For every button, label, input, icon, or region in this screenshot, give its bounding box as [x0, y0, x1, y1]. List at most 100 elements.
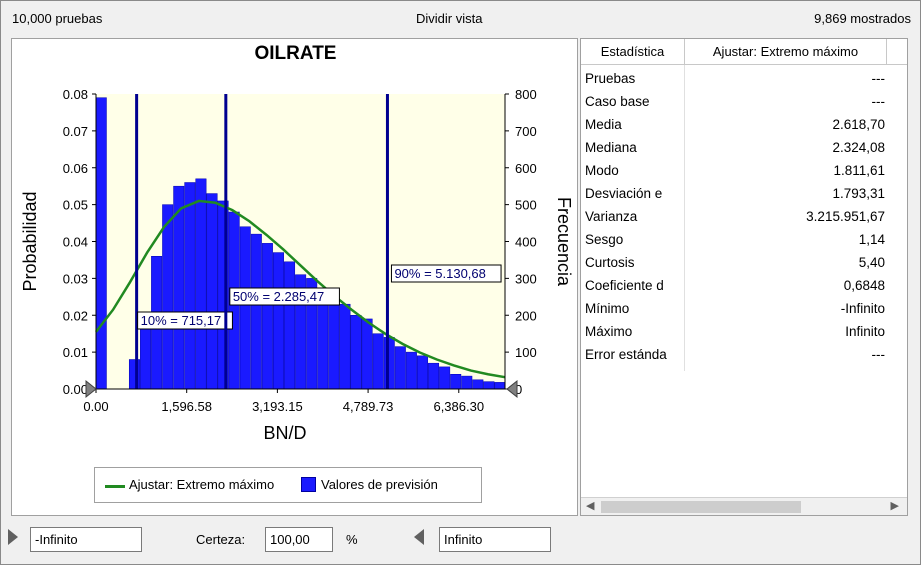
legend-bars-swatch: [301, 477, 316, 492]
percentile-label: 90% = 5.130,68: [394, 266, 485, 281]
x-tick-label: 4,789.73: [343, 399, 394, 414]
stats-row-value: 1.811,61: [833, 163, 885, 178]
stats-row[interactable]: Pruebas ---: [581, 67, 907, 90]
stats-row[interactable]: Curtosis 5,40: [581, 251, 907, 274]
histogram-bar: [184, 182, 196, 390]
stats-row-value: -Infinito: [840, 301, 885, 316]
right-bound-input[interactable]: [439, 527, 551, 552]
y-right-tick-label: 800: [515, 87, 537, 102]
histogram-bar: [405, 351, 417, 390]
histogram-bar: [339, 303, 351, 390]
stats-row-value: 3.215.951,67: [806, 209, 885, 224]
split-view-link[interactable]: Dividir vista: [416, 11, 482, 26]
percentile-label: 10% = 715,17: [141, 313, 222, 328]
stats-row[interactable]: Coeficiente d 0,6848: [581, 274, 907, 297]
horizontal-scrollbar[interactable]: ◀ ▶: [581, 497, 907, 515]
right-slider-grabber-icon[interactable]: [506, 379, 518, 399]
legend-bars-label: Valores de previsión: [321, 477, 438, 492]
stats-row-label: Mediana: [585, 140, 637, 155]
histogram-bar: [483, 381, 495, 390]
y-left-tick-label: 0.01: [63, 345, 88, 360]
x-tick-label: 6,386.30: [433, 399, 484, 414]
histogram-bar: [383, 337, 395, 390]
x-axis-label: BN/D: [263, 423, 306, 443]
trials-count: 10,000 pruebas: [12, 11, 103, 26]
stats-header-statistic[interactable]: Estadística: [581, 39, 685, 65]
legend-fit-swatch: [105, 485, 125, 488]
certainty-label: Certeza:: [196, 532, 246, 547]
stats-row-value: 0,6848: [843, 278, 885, 293]
stats-row-value: Infinito: [845, 324, 885, 339]
stats-row[interactable]: Modo 1.811,61: [581, 159, 907, 182]
y-left-tick-label: 0.00: [63, 382, 88, 397]
stats-row-value: 1,14: [858, 232, 885, 247]
statistics-panel: Estadística Ajustar: Extremo máximo Prue…: [580, 38, 908, 516]
stats-row[interactable]: Varianza 3.215.951,67: [581, 205, 907, 228]
stats-header-fit[interactable]: Ajustar: Extremo máximo: [685, 39, 887, 65]
stats-row[interactable]: Mínimo -Infinito: [581, 297, 907, 320]
certainty-input[interactable]: [265, 527, 333, 552]
histogram-bar: [461, 375, 473, 390]
stats-row-label: Coeficiente d: [585, 278, 664, 293]
chart-legend: Ajustar: Extremo máximo Valores de previ…: [94, 467, 482, 503]
histogram-bar: [350, 315, 362, 390]
y-left-tick-label: 0.07: [63, 124, 88, 139]
stats-row-label: Varianza: [585, 209, 638, 224]
x-tick-label: 3,193.15: [252, 399, 303, 414]
left-bound-input[interactable]: [30, 527, 142, 552]
stats-row-label: Sesgo: [585, 232, 624, 247]
histogram-bar: [239, 226, 251, 390]
y-left-tick-label: 0.05: [63, 198, 88, 213]
left-slider-grabber-icon[interactable]: [85, 379, 97, 399]
histogram-bar: [272, 252, 284, 390]
histogram-bar: [372, 333, 384, 390]
stats-row-value: 1.793,31: [832, 186, 885, 201]
top-bar: 10,000 pruebas Dividir vista 9,869 mostr…: [0, 0, 921, 38]
histogram-bar: [128, 359, 140, 390]
stats-row-value: 2.618,70: [832, 117, 885, 132]
histogram-bar: [361, 318, 373, 390]
histogram-bar: [494, 382, 506, 390]
y-right-tick-label: 700: [515, 124, 537, 139]
histogram-bar: [439, 366, 451, 390]
histogram-bar: [261, 243, 273, 390]
histogram-bar: [284, 261, 296, 390]
stats-row-label: Error estánda: [585, 347, 667, 362]
left-grabber-icon[interactable]: [8, 529, 18, 545]
y-left-tick-label: 0.06: [63, 161, 88, 176]
scrollbar-thumb[interactable]: [601, 501, 801, 513]
stats-row-label: Caso base: [585, 94, 650, 109]
histogram-bar: [472, 379, 484, 390]
scroll-right-icon[interactable]: ▶: [891, 499, 899, 512]
stats-row-label: Modo: [585, 163, 619, 178]
histogram-bar: [416, 355, 428, 390]
stats-row-label: Curtosis: [585, 255, 635, 270]
histogram-bar: [428, 362, 440, 390]
stats-row[interactable]: Sesgo 1,14: [581, 228, 907, 251]
stats-row[interactable]: Desviación e 1.793,31: [581, 182, 907, 205]
histogram-bar: [206, 193, 218, 390]
right-grabber-icon[interactable]: [414, 529, 424, 545]
stats-row[interactable]: Máximo Infinito: [581, 320, 907, 343]
y-left-tick-label: 0.02: [63, 308, 88, 323]
y-right-tick-label: 600: [515, 161, 537, 176]
percent-sign: %: [346, 532, 358, 547]
scroll-left-icon[interactable]: ◀: [586, 499, 594, 512]
stats-row[interactable]: Error estánda ---: [581, 343, 907, 366]
y-right-tick-label: 300: [515, 271, 537, 286]
y-left-tick-label: 0.04: [63, 235, 88, 250]
x-tick-label: 1,596.58: [161, 399, 212, 414]
stats-row-label: Media: [585, 117, 622, 132]
legend-fit-label: Ajustar: Extremo máximo: [129, 477, 275, 492]
stats-row-value: 5,40: [858, 255, 885, 270]
x-tick-label: 0.00: [83, 399, 108, 414]
histogram-bar: [162, 204, 174, 390]
y-right-axis-label: Frecuencia: [554, 197, 574, 287]
stats-row[interactable]: Caso base ---: [581, 90, 907, 113]
histogram-bar: [450, 374, 462, 390]
y-left-axis-label: Probabilidad: [20, 191, 40, 291]
stats-row[interactable]: Media 2.618,70: [581, 113, 907, 136]
chart-panel: OILRATE 10% = 715,17 50% = 2.285,47 90% = …: [11, 38, 578, 516]
y-right-tick-label: 400: [515, 235, 537, 250]
stats-row[interactable]: Mediana 2.324,08: [581, 136, 907, 159]
